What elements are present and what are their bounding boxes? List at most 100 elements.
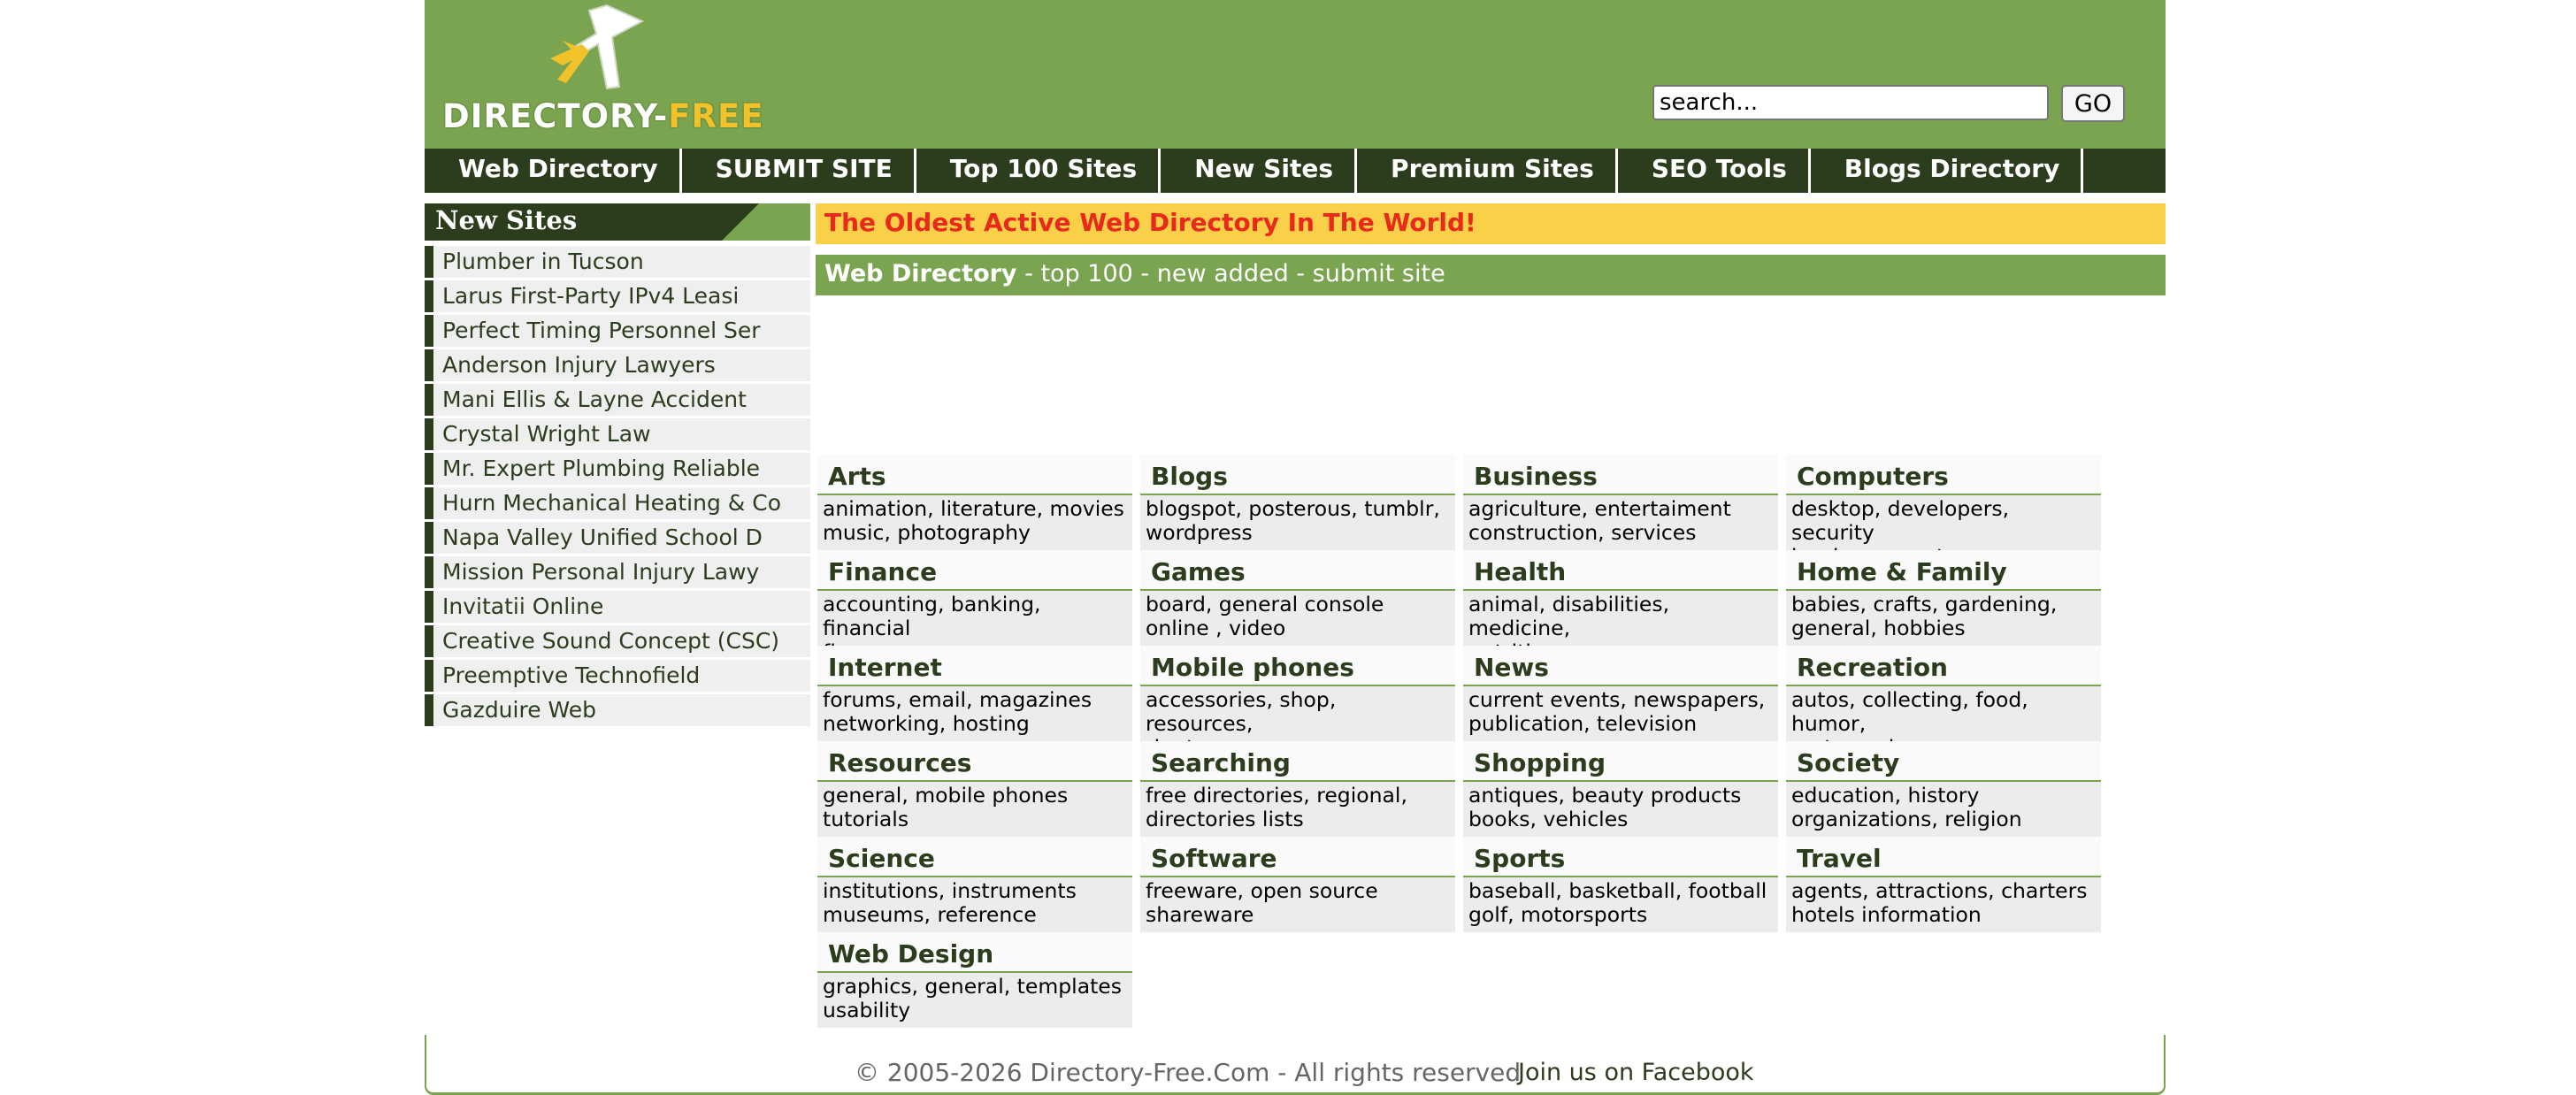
category-link[interactable]: Health [1463,550,1778,591]
subcategory-links[interactable]: baseball, basketball, football golf, mot… [1463,877,1778,932]
subcategory-links[interactable]: forums, email, magazines networking, hos… [817,686,1132,741]
subcategory-links[interactable]: autos, collecting, food, humor, motorcyc… [1786,686,2101,760]
nav-premium-sites[interactable]: Premium Sites [1357,149,1618,193]
sidebar-item[interactable]: Invitatii Online [425,591,810,623]
subcategory-links[interactable]: agents, attractions, charters hotels inf… [1786,877,2101,932]
category-card: Computersdesktop, developers, security h… [1786,455,2101,569]
category-link[interactable]: Travel [1786,837,2101,877]
category-link[interactable]: Sports [1463,837,1778,877]
category-link[interactable]: Searching [1140,741,1455,782]
sidebar-header: New Sites [425,203,810,241]
sidebar-item[interactable]: Gazduire Web [425,694,810,726]
category-card: Internet forums, email, magazines network… [817,646,1132,743]
sidebar-item[interactable]: Crystal Wright Law [425,418,810,450]
subcategory-links[interactable]: accessories, shop, resources, ringtones [1140,686,1455,760]
subcategory-links[interactable]: institutions, instruments museums, refer… [817,877,1132,932]
category-card: Business agriculture, entertaiment constr… [1463,455,1778,552]
category-link[interactable]: Finance [817,550,1132,591]
breadcrumb-new-added-link[interactable]: new added [1157,260,1289,287]
category-link[interactable]: Blogs [1140,455,1455,495]
category-link[interactable]: Games [1140,550,1455,591]
category-card: Searching free directories, regional, dir… [1140,741,1455,838]
nav-submit-site[interactable]: SUBMIT SITE [682,149,916,193]
sidebar-item[interactable]: Mission Personal Injury Lawy [425,556,810,588]
sidebar-item[interactable]: Creative Sound Concept (CSC) [425,625,810,657]
subcategory-links[interactable]: blogspot, posterous, tumblr, wordpress [1140,495,1455,550]
category-card: Arts animation, literature, movies music,… [817,455,1132,552]
sidebar-item[interactable]: Preemptive Technofield [425,660,810,692]
category-card: Financeaccounting, banking, financial fi… [817,550,1132,664]
category-card: Shopping antiques, beauty products books,… [1463,741,1778,838]
category-card: Home & Family babies, crafts, gardening, … [1786,550,2101,647]
subcategory-links[interactable]: babies, crafts, gardening, general, hobb… [1786,591,2101,646]
category-card: Healthanimal, disabilities, medicine, nu… [1463,550,1778,664]
tagline-text: The Oldest Active Web Directory In The W… [824,208,1476,237]
category-card: Mobile phones accessories, shop, resource… [1140,646,1455,760]
category-card: Society education, history organizations,… [1786,741,2101,838]
category-link[interactable]: Science [817,837,1132,877]
nav-blogs-directory[interactable]: Blogs Directory [1811,149,2084,193]
breadcrumb-separator: - [1132,260,1157,287]
category-card: Science institutions, instruments museums… [817,837,1132,934]
subcategory-links[interactable]: board, general console online , video [1140,591,1455,646]
category-card: News current events, newspapers, publicat… [1463,646,1778,743]
tagline-banner: The Oldest Active Web Directory In The W… [816,203,2166,244]
subcategory-links[interactable]: education, history organizations, religi… [1786,782,2101,837]
category-link[interactable]: Mobile phones [1140,646,1455,686]
category-link[interactable]: News [1463,646,1778,686]
logo-wordmark: DIRECTORY-FREE [442,97,764,135]
sidebar-item[interactable]: Napa Valley Unified School D [425,522,810,554]
breadcrumb-home-link[interactable]: Web Directory [824,260,1017,287]
category-link[interactable]: Software [1140,837,1455,877]
sidebar-item[interactable]: Larus First-Party IPv4 Leasi [425,280,810,312]
category-link[interactable]: Internet [817,646,1132,686]
nav-new-sites[interactable]: New Sites [1161,149,1358,193]
breadcrumb-bar: Web Directory - top 100 - new added - su… [816,255,2166,295]
category-link[interactable]: Arts [817,455,1132,495]
category-card: Sports baseball, basketball, football gol… [1463,837,1778,934]
search-go-button[interactable]: GO [2061,85,2125,122]
subcategory-links[interactable]: freeware, open source shareware [1140,877,1455,932]
subcategory-links[interactable]: antiques, beauty products books, vehicle… [1463,782,1778,837]
subcategory-links[interactable]: desktop, developers, security hardware, … [1786,495,2101,569]
category-card: Resources general, mobile phones tutorial… [817,741,1132,838]
copyright-text: © 2005-2026 Directory-Free.Com - All rig… [855,1058,1522,1087]
breadcrumb-separator: - [1288,260,1313,287]
sidebar-item[interactable]: Anderson Injury Lawyers [425,349,810,381]
category-link[interactable]: Shopping [1463,741,1778,782]
subcategory-links[interactable]: current events, newspapers, publication,… [1463,686,1778,741]
category-link[interactable]: Recreation [1786,646,2101,686]
subcategory-links[interactable]: agriculture, entertaiment construction, … [1463,495,1778,550]
category-card: Travel agents, attractions, charters hote… [1786,837,2101,934]
subcategory-links[interactable]: animal, disabilities, medicine, nutritio… [1463,591,1778,664]
subcategory-links[interactable]: animation, literature, movies music, pho… [817,495,1132,550]
category-link[interactable]: Home & Family [1786,550,2101,591]
category-link[interactable]: Computers [1786,455,2101,495]
nav-seo-tools[interactable]: SEO Tools [1618,149,1811,193]
sidebar-title: New Sites [435,205,578,235]
new-sites-list: Plumber in Tucson Larus First-Party IPv4… [425,246,810,729]
nav-top-100-sites[interactable]: Top 100 Sites [916,149,1162,193]
main-nav: Web Directory SUBMIT SITE Top 100 Sites … [425,149,2166,193]
search-input[interactable] [1652,85,2049,120]
sidebar-item[interactable]: Hurn Mechanical Heating & Co [425,487,810,519]
site-logo[interactable]: DIRECTORY-FREE [430,0,801,149]
facebook-link[interactable]: Join us on Facebook [1518,1059,1754,1086]
category-link[interactable]: Resources [817,741,1132,782]
category-link[interactable]: Business [1463,455,1778,495]
nav-web-directory[interactable]: Web Directory [425,149,682,193]
sidebar-item[interactable]: Perfect Timing Personnel Ser [425,315,810,347]
subcategory-links[interactable]: free directories, regional, directories … [1140,782,1455,837]
sidebar-item[interactable]: Mani Ellis & Layne Accident [425,384,810,416]
breadcrumb-submit-site-link[interactable]: submit site [1313,260,1445,287]
subcategory-links[interactable]: accounting, banking, financial finance, … [817,591,1132,664]
category-card: Blogs blogspot, posterous, tumblr, wordpr… [1140,455,1455,552]
sidebar-item[interactable]: Mr. Expert Plumbing Reliable [425,453,810,485]
sidebar-item[interactable]: Plumber in Tucson [425,246,810,278]
category-link[interactable]: Society [1786,741,2101,782]
breadcrumb-top-100-link[interactable]: top 100 [1040,260,1132,287]
subcategory-links[interactable]: general, mobile phones tutorials [817,782,1132,837]
subcategory-links[interactable]: graphics, general, templates usability [817,973,1132,1028]
page: DIRECTORY-FREE GO Web Directory SUBMIT S… [425,0,2166,1095]
category-link[interactable]: Web Design [817,932,1132,973]
